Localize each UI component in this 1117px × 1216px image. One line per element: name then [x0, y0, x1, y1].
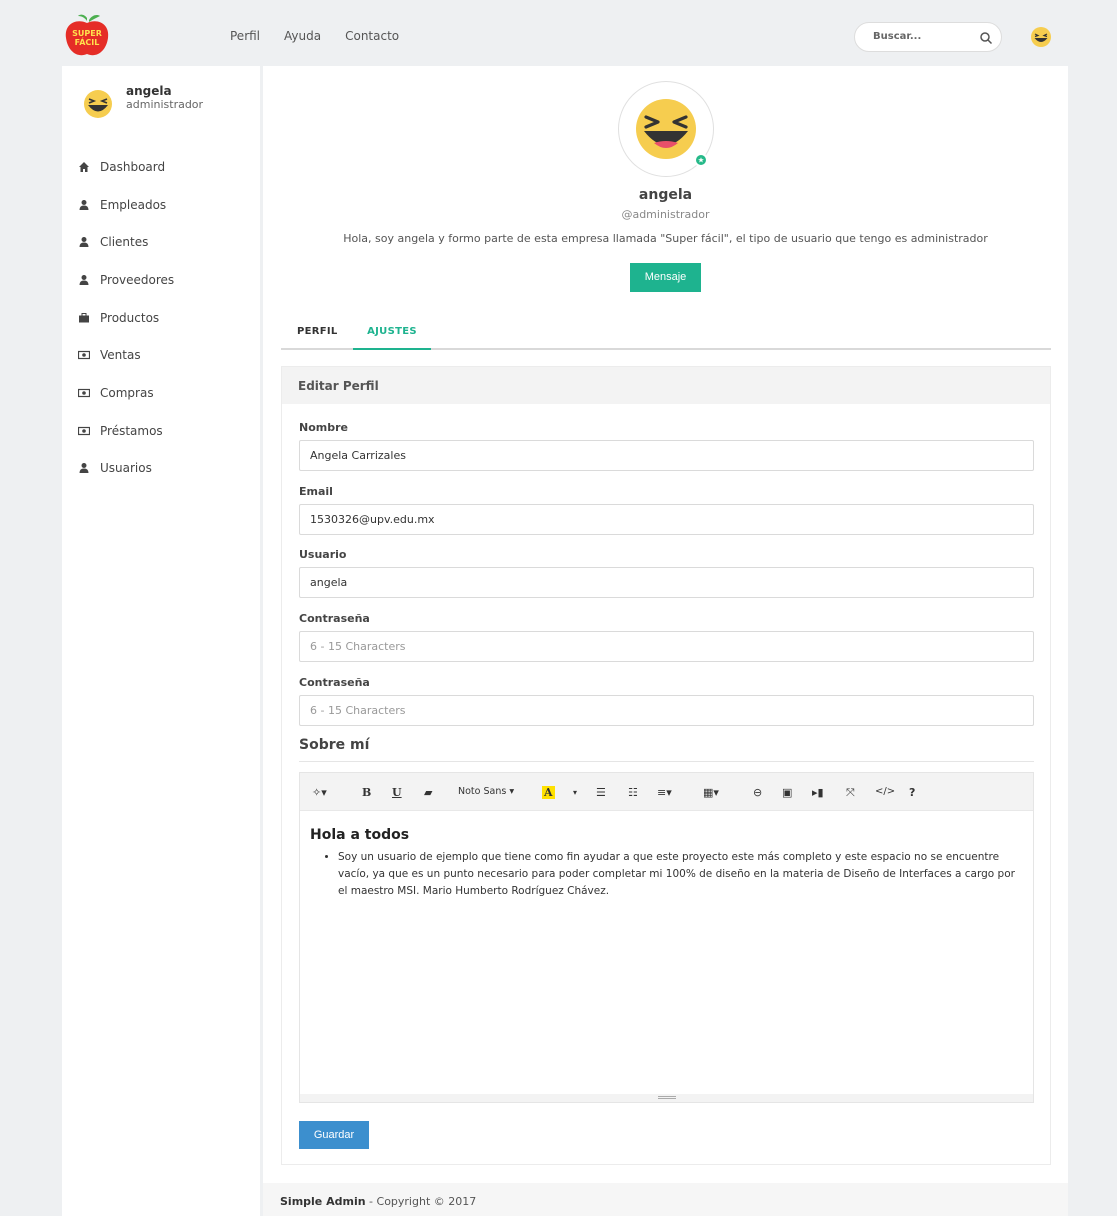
- sidebar-item-label: Dashboard: [100, 159, 166, 174]
- profile-name: angela: [638, 187, 693, 203]
- bullet-list-icon[interactable]: ☰: [596, 786, 606, 799]
- main-content: angela @administrador Hola, soy angela y…: [263, 66, 1068, 1183]
- sidebar-item-label: Ventas: [100, 348, 141, 363]
- profile-handle: @administrador: [621, 208, 710, 221]
- nombre-field[interactable]: [299, 440, 1034, 471]
- image-icon[interactable]: ▣: [782, 786, 792, 799]
- font-family-select[interactable]: Noto Sans ▾: [458, 786, 514, 797]
- code-view-icon[interactable]: </>: [875, 786, 895, 797]
- editor-content[interactable]: Hola a todos Soy un usuario de ejemplo q…: [300, 811, 1033, 916]
- link-icon[interactable]: ⊖: [753, 786, 762, 799]
- editor-list: Soy un usuario de ejemplo que tiene como…: [310, 849, 1023, 900]
- table-icon[interactable]: ▦▾: [703, 786, 719, 799]
- sidebar-item-ventas[interactable]: Ventas: [78, 336, 174, 374]
- sidebar-item-label: Usuarios: [100, 461, 152, 476]
- footer-copyright: - Copyright © 2017: [365, 1195, 477, 1208]
- help-icon[interactable]: ?: [909, 786, 915, 799]
- money-icon: [78, 388, 90, 398]
- user-icon: [79, 274, 89, 285]
- search-input[interactable]: Buscar...: [854, 22, 1002, 52]
- user-icon: [79, 237, 89, 248]
- list-item: Soy un usuario de ejemplo que tiene como…: [338, 849, 1023, 900]
- home-icon: [79, 161, 89, 172]
- email-field[interactable]: [299, 504, 1034, 535]
- super-facil-logo[interactable]: SUPER FÁCIL: [62, 14, 112, 58]
- message-button[interactable]: Mensaje: [630, 263, 701, 292]
- email-label: Email: [299, 485, 333, 498]
- sidebar-menu: Dashboard Empleados Clientes Proveedores…: [78, 148, 174, 487]
- underline-icon[interactable]: U: [392, 786, 402, 799]
- top-nav-links: Perfil Ayuda Contacto: [230, 29, 399, 43]
- sidebar-item-proveedores[interactable]: Proveedores: [78, 261, 174, 299]
- footer-brand: Simple Admin: [280, 1195, 366, 1208]
- password-confirm-field[interactable]: [299, 695, 1034, 726]
- footer: Simple Admin - Copyright © 2017: [263, 1183, 1068, 1216]
- top-navbar: SUPER FÁCIL Perfil Ayuda Contacto Buscar…: [0, 0, 1117, 66]
- money-icon: [78, 426, 90, 435]
- rich-text-editor: ✧▾ B U ▰ Noto Sans ▾ A ▾ ☰ ☷ ≡▾ ▦▾ ⊖ ▣ ▸…: [299, 772, 1034, 1103]
- search-placeholder: Buscar...: [873, 31, 922, 42]
- color-dropdown-icon[interactable]: ▾: [573, 788, 577, 797]
- sidebar-item-label: Clientes: [100, 235, 149, 250]
- nombre-label: Nombre: [299, 421, 348, 434]
- sidebar-item-label: Préstamos: [100, 423, 163, 438]
- online-status-icon: [694, 153, 708, 167]
- avatar: [84, 90, 112, 118]
- nav-ayuda[interactable]: Ayuda: [284, 29, 321, 43]
- sidebar-item-label: Productos: [100, 310, 160, 325]
- sidebar: angela administrador Dashboard Empleados…: [62, 66, 260, 1216]
- money-icon: [78, 351, 90, 360]
- eraser-icon[interactable]: ▰: [424, 786, 432, 799]
- usuario-field[interactable]: [299, 567, 1034, 598]
- sidebar-user-name: angela: [126, 84, 172, 98]
- editor-toolbar: ✧▾ B U ▰ Noto Sans ▾ A ▾ ☰ ☷ ≡▾ ▦▾ ⊖ ▣ ▸…: [300, 773, 1033, 811]
- profile-avatar: [636, 99, 696, 159]
- sidebar-item-prestamos[interactable]: Préstamos: [78, 412, 174, 450]
- editor-heading: Hola a todos: [310, 827, 410, 843]
- profile-bio: Hola, soy angela y formo parte de esta e…: [343, 232, 988, 245]
- video-icon[interactable]: ▸▮: [812, 786, 824, 799]
- save-button[interactable]: Guardar: [299, 1121, 369, 1149]
- sidebar-item-clientes[interactable]: Clientes: [78, 223, 174, 261]
- magic-wand-icon[interactable]: ✧▾: [312, 786, 327, 799]
- sidebar-item-empleados[interactable]: Empleados: [78, 186, 174, 224]
- password-confirm-label: Contraseña: [299, 676, 370, 689]
- edit-profile-card: Editar Perfil Nombre Email Usuario Contr…: [281, 366, 1051, 1165]
- nav-contacto[interactable]: Contacto: [345, 29, 399, 43]
- user-avatar-icon[interactable]: [1030, 26, 1052, 48]
- password-label: Contraseña: [299, 612, 370, 625]
- bold-icon[interactable]: B: [362, 786, 371, 799]
- sidebar-item-compras[interactable]: Compras: [78, 374, 174, 412]
- svg-text:SUPER: SUPER: [72, 29, 102, 38]
- sidebar-item-label: Compras: [100, 385, 154, 400]
- fullscreen-icon[interactable]: ⤧: [846, 786, 855, 800]
- tab-ajustes[interactable]: AJUSTES: [353, 326, 431, 350]
- sidebar-item-label: Empleados: [100, 197, 167, 212]
- search-icon[interactable]: [979, 31, 993, 45]
- editor-resize-handle[interactable]: [300, 1094, 1033, 1102]
- align-icon[interactable]: ≡▾: [657, 786, 672, 799]
- sidebar-item-productos[interactable]: Productos: [78, 299, 174, 337]
- sidebar-item-dashboard[interactable]: Dashboard: [78, 148, 174, 186]
- svg-text:FÁCIL: FÁCIL: [75, 36, 100, 47]
- numbered-list-icon[interactable]: ☷: [628, 786, 638, 799]
- sidebar-item-usuarios[interactable]: Usuarios: [78, 450, 174, 488]
- nav-perfil[interactable]: Perfil: [230, 29, 260, 43]
- usuario-label: Usuario: [299, 548, 347, 561]
- password-field[interactable]: [299, 631, 1034, 662]
- tab-perfil[interactable]: PERFIL: [297, 326, 338, 337]
- sobre-mi-title: Sobre mí: [299, 737, 1034, 762]
- sidebar-item-label: Proveedores: [100, 272, 175, 287]
- sidebar-user: angela administrador: [82, 84, 203, 120]
- sidebar-user-role: administrador: [126, 98, 204, 111]
- profile-tabs: PERFIL AJUSTES: [281, 316, 1051, 350]
- footer-text: Simple Admin - Copyright © 2017: [280, 1195, 476, 1208]
- user-icon: [79, 199, 89, 210]
- text-color-icon[interactable]: A: [542, 786, 555, 799]
- card-title: Editar Perfil: [282, 367, 1050, 404]
- font-family-label: Noto Sans: [458, 786, 507, 797]
- briefcase-icon: [79, 312, 89, 323]
- user-icon: [79, 463, 89, 474]
